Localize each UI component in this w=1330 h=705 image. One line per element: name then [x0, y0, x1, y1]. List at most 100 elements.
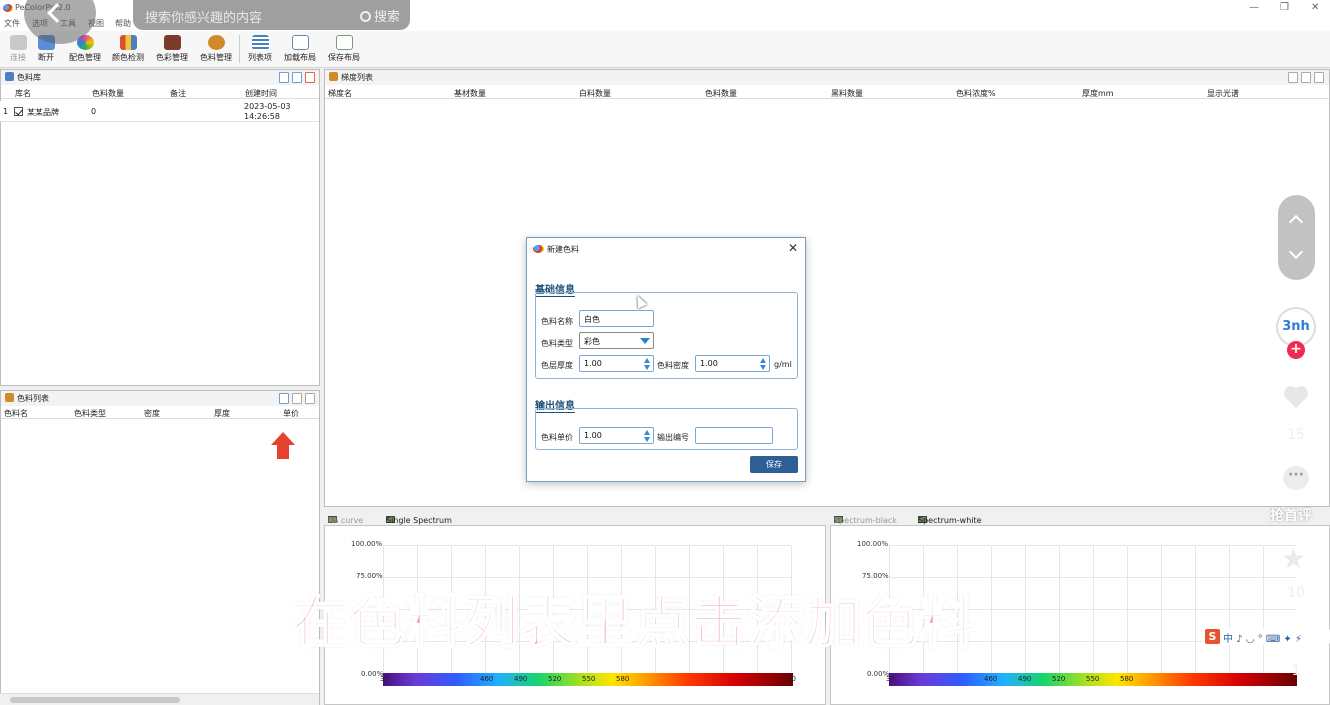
- sogou-ime-icon: S: [1205, 629, 1220, 644]
- ime-status: 中 ♪ ◡ ° ⌨ ✦ ⚡: [1223, 634, 1303, 645]
- gradient-icon: [329, 72, 338, 81]
- new-colorant-dialog: 新建色料 ✕ 基础信息 色料名称 白色 色料类型 彩色 色层厚度 1.00 色料…: [526, 237, 806, 482]
- toolbar-separator: [239, 35, 240, 63]
- dropdown-arrow-icon: [640, 338, 650, 344]
- close-window-button[interactable]: ✕: [1311, 2, 1319, 13]
- comment-icon[interactable]: ···: [1283, 466, 1309, 490]
- spin-arrows-icon[interactable]: [644, 430, 651, 442]
- search-input[interactable]: 搜索你感兴趣的内容: [145, 7, 262, 26]
- list-items-button[interactable]: 列表项: [244, 33, 276, 65]
- colorant-name-input[interactable]: 白色: [579, 310, 654, 327]
- like-count: 15: [1287, 427, 1305, 443]
- chevron-left-icon: [47, 3, 67, 23]
- red-up-arrow-icon: [271, 432, 295, 460]
- color-library-header: 色料库: [1, 70, 319, 85]
- density-spinbox[interactable]: 1.00: [695, 355, 770, 372]
- menu-help[interactable]: 帮助: [115, 18, 131, 29]
- edit-colorant-icon[interactable]: [292, 393, 302, 404]
- app-logo-icon: [533, 245, 544, 253]
- table-row[interactable]: 1 某某品牌 0 2023-05-03 14:26:58: [0, 101, 319, 122]
- gradient-list-panel: 梯度列表 梯度名 基材数量 白料数量 色料数量 黑料数量 色料浓度% 厚度mm …: [324, 69, 1330, 507]
- column-header[interactable]: 色料数量: [92, 88, 124, 99]
- x-tick-label: 37: [886, 675, 895, 683]
- column-header[interactable]: 密度: [144, 408, 160, 419]
- y-tick-label: 100.00%: [857, 540, 889, 548]
- maximize-button[interactable]: ❐: [1280, 2, 1289, 13]
- column-header[interactable]: 备注: [170, 88, 186, 99]
- spin-arrows-icon[interactable]: [644, 358, 651, 370]
- minimize-button[interactable]: —: [1249, 2, 1259, 13]
- x-tick-label: 37: [380, 675, 389, 683]
- column-header[interactable]: 白料数量: [579, 88, 611, 99]
- colorant-management-button[interactable]: 色料管理: [197, 33, 235, 65]
- load-layout-button[interactable]: 加载布局: [281, 33, 319, 65]
- layer-thickness-label: 色层厚度: [541, 361, 573, 370]
- delete-library-icon[interactable]: [305, 72, 315, 83]
- chevron-down-icon[interactable]: [1288, 244, 1304, 260]
- column-header[interactable]: 色料名: [4, 408, 28, 419]
- x-tick-label: 580: [616, 675, 630, 683]
- save-layout-icon: [335, 35, 353, 50]
- column-header[interactable]: 基材数量: [454, 88, 486, 99]
- delete-colorant-icon[interactable]: [305, 393, 315, 404]
- colorant-type-select[interactable]: 彩色: [579, 332, 654, 349]
- column-header[interactable]: 显示光谱: [1207, 88, 1239, 99]
- main-toolbar: 连接 断开 配色管理 颜色检测 色彩管理 色料管理 列表项 加载布局 保存布局: [0, 31, 1330, 68]
- save-layout-button[interactable]: 保存布局: [325, 33, 363, 65]
- column-header[interactable]: 库名: [15, 88, 31, 99]
- density-label: 色料密度: [657, 361, 689, 370]
- column-header[interactable]: 厚度mm: [1082, 88, 1114, 99]
- favorite-count: 10: [1287, 585, 1305, 601]
- follow-button[interactable]: +: [1287, 341, 1305, 359]
- x-tick-label: 460: [480, 675, 494, 683]
- video-caption: 在色料列表里点击添加色料: [291, 590, 976, 657]
- x-tick-label: 550: [1086, 675, 1100, 683]
- ime-toolbar[interactable]: S 中 ♪ ◡ ° ⌨ ✦ ⚡: [1203, 628, 1330, 645]
- horizontal-scrollbar[interactable]: [0, 693, 319, 705]
- x-tick-label: 550: [582, 675, 596, 683]
- star-icon[interactable]: ★: [1281, 542, 1306, 575]
- color-library-header-row: 库名 色料数量 备注 创建时间: [1, 87, 319, 99]
- colorant-list-title: 色料列表: [17, 394, 49, 403]
- column-header[interactable]: 梯度名: [328, 88, 352, 99]
- column-header[interactable]: 单价: [283, 408, 299, 419]
- column-header[interactable]: 黑料数量: [831, 88, 863, 99]
- unit-price-spinbox[interactable]: 1.00: [579, 427, 654, 444]
- color-management-button[interactable]: 色彩管理: [153, 33, 191, 65]
- search-icon: [359, 11, 371, 22]
- output-code-input[interactable]: [695, 427, 773, 444]
- x-tick-label: 520: [1052, 675, 1066, 683]
- add-gradient-icon[interactable]: [1288, 72, 1298, 83]
- delete-gradient-icon[interactable]: [1314, 72, 1324, 83]
- color-detection-button[interactable]: 颜色检测: [109, 33, 147, 65]
- x-tick-label: 490: [514, 675, 528, 683]
- color-library-title: 色料库: [17, 73, 41, 82]
- plug-icon: [9, 35, 27, 50]
- edit-gradient-icon[interactable]: [1301, 72, 1311, 83]
- chevron-up-icon[interactable]: [1288, 214, 1304, 230]
- column-header[interactable]: 色料浓度%: [956, 88, 996, 99]
- search-button[interactable]: 搜索: [359, 6, 400, 25]
- edit-library-icon[interactable]: [292, 72, 302, 83]
- spin-arrows-icon[interactable]: [760, 358, 767, 370]
- x-tick-label: 520: [548, 675, 562, 683]
- row-checkbox[interactable]: [14, 107, 23, 116]
- column-header[interactable]: 创建时间: [245, 88, 277, 99]
- gradient-list-header: 梯度列表: [325, 70, 1329, 85]
- connect-button[interactable]: 连接: [4, 33, 32, 65]
- density-unit: g/ml: [774, 360, 792, 369]
- close-dialog-button[interactable]: ✕: [788, 241, 798, 255]
- add-library-icon[interactable]: [279, 72, 289, 83]
- scrollbar-thumb[interactable]: [10, 697, 180, 703]
- list-icon: [251, 35, 269, 50]
- heart-icon[interactable]: [1283, 387, 1309, 411]
- layer-thickness-spinbox[interactable]: 1.00: [579, 355, 654, 372]
- column-header[interactable]: 色料数量: [705, 88, 737, 99]
- unit-price-label: 色料单价: [541, 433, 573, 442]
- colorant-type-label: 色料类型: [541, 339, 573, 348]
- add-colorant-icon[interactable]: [279, 393, 289, 404]
- save-button[interactable]: 保存: [750, 456, 798, 473]
- column-header[interactable]: 厚度: [214, 408, 230, 419]
- menu-file[interactable]: 文件: [4, 18, 20, 29]
- column-header[interactable]: 色料类型: [74, 408, 106, 419]
